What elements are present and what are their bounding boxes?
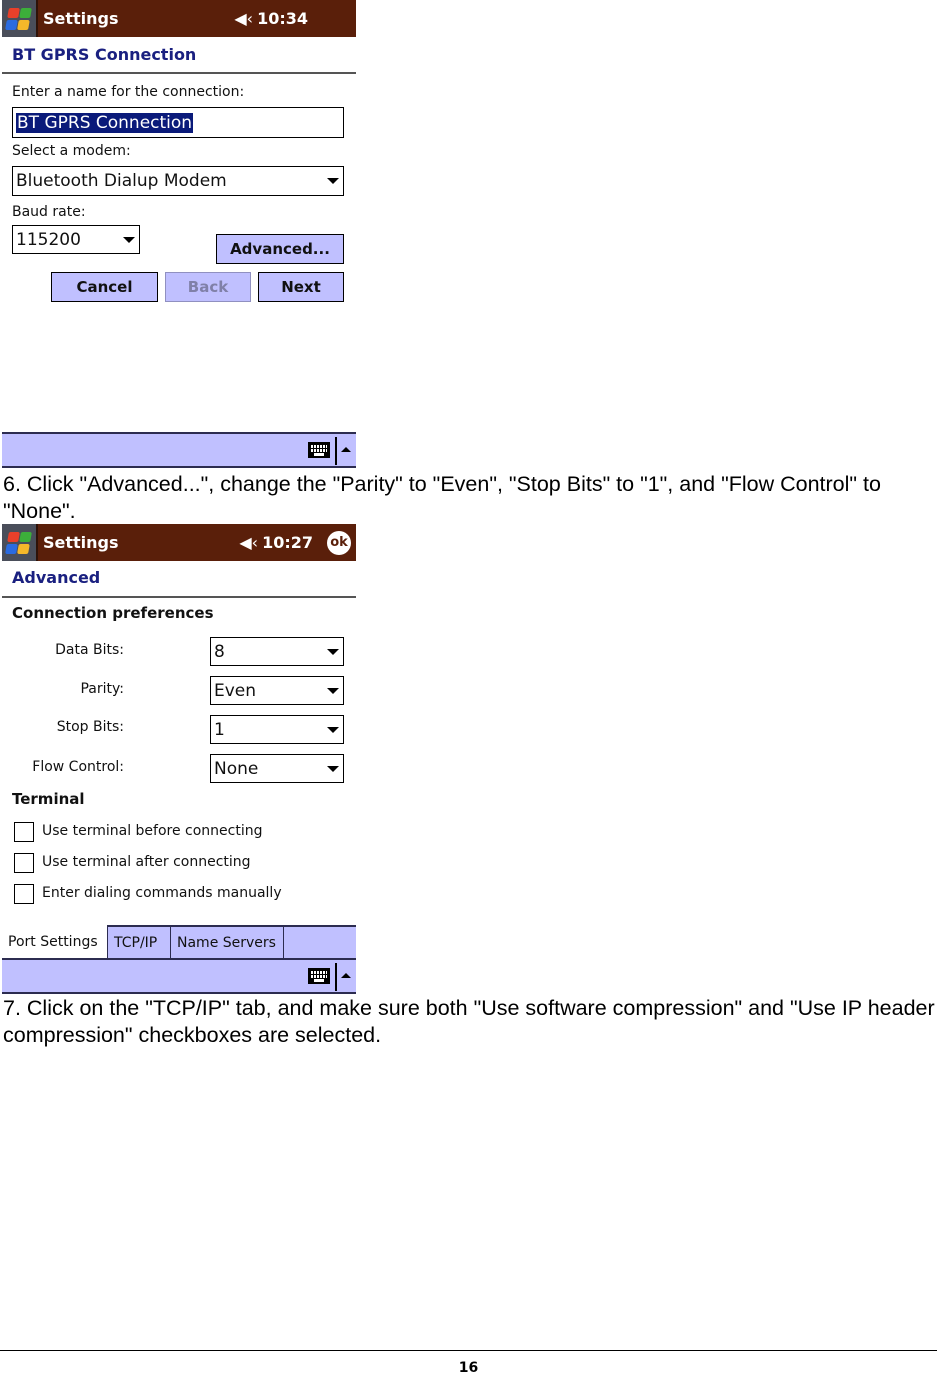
divider bbox=[2, 596, 356, 598]
speaker-icon[interactable]: ◀‹ bbox=[234, 9, 253, 28]
flow-control-value: None bbox=[214, 758, 259, 779]
modem-value: Bluetooth Dialup Modem bbox=[16, 171, 227, 191]
menu-bar bbox=[2, 432, 356, 468]
title-bar: Settings ◀‹ 10:34 bbox=[2, 0, 356, 37]
windows-flag-icon bbox=[4, 531, 34, 555]
parity-label: Parity: bbox=[80, 681, 124, 697]
use-terminal-before-label[interactable]: Use terminal before connecting bbox=[42, 823, 263, 839]
title-text: Settings bbox=[43, 533, 119, 552]
manual-dial-checkbox[interactable] bbox=[14, 884, 34, 904]
baud-rate-value: 115200 bbox=[16, 229, 81, 250]
keyboard-icon[interactable] bbox=[308, 968, 330, 984]
use-terminal-after-label[interactable]: Use terminal after connecting bbox=[42, 854, 251, 870]
connection-preferences-heading: Connection preferences bbox=[12, 604, 214, 622]
step-7-text: 7. Click on the "TCP/IP" tab, and make s… bbox=[3, 996, 935, 1047]
input-menu-arrow-icon[interactable] bbox=[341, 447, 351, 452]
clock[interactable]: 10:34 bbox=[257, 9, 308, 28]
connection-name-label: Enter a name for the connection: bbox=[12, 84, 245, 100]
baud-rate-select[interactable]: 115200 bbox=[12, 225, 140, 254]
back-button[interactable]: Back bbox=[165, 272, 251, 302]
speaker-icon[interactable]: ◀‹ bbox=[239, 533, 258, 552]
divider bbox=[2, 72, 356, 74]
chevron-down-icon bbox=[123, 236, 135, 243]
menu-bar bbox=[2, 958, 356, 994]
page-number: 16 bbox=[458, 1360, 479, 1376]
keyboard-icon[interactable] bbox=[308, 442, 330, 458]
input-menu-arrow-icon[interactable] bbox=[341, 973, 351, 978]
page-heading: BT GPRS Connection bbox=[12, 45, 197, 64]
data-bits-value: 8 bbox=[214, 641, 225, 662]
stop-bits-select[interactable]: 1 bbox=[210, 715, 344, 744]
flow-control-label: Flow Control: bbox=[32, 759, 124, 775]
manual-dial-label[interactable]: Enter dialing commands manually bbox=[42, 885, 282, 901]
chevron-down-icon bbox=[327, 648, 339, 655]
modem-label: Select a modem: bbox=[12, 143, 131, 159]
flow-control-select[interactable]: None bbox=[210, 754, 344, 783]
pocketpc-screen-connection: Settings ◀‹ 10:34 BT GPRS Connection Ent… bbox=[2, 0, 356, 470]
tab-name-servers[interactable]: Name Servers bbox=[171, 927, 284, 959]
separator bbox=[335, 437, 337, 465]
tab-port-settings[interactable]: Port Settings bbox=[2, 925, 108, 959]
separator bbox=[335, 963, 337, 991]
modem-select[interactable]: Bluetooth Dialup Modem bbox=[12, 166, 344, 196]
stop-bits-value: 1 bbox=[214, 719, 225, 740]
title-text: Settings bbox=[43, 9, 119, 28]
footer-divider bbox=[0, 1350, 937, 1351]
ok-button[interactable]: ok bbox=[327, 530, 351, 555]
parity-select[interactable]: Even bbox=[210, 676, 344, 705]
title-bar: Settings ◀‹ 10:27 ok bbox=[2, 524, 356, 561]
parity-value: Even bbox=[214, 680, 257, 701]
page-heading: Advanced bbox=[12, 568, 101, 587]
connection-name-value: BT GPRS Connection bbox=[16, 112, 194, 133]
windows-flag-icon bbox=[4, 7, 34, 31]
baud-rate-label: Baud rate: bbox=[12, 204, 86, 220]
step-6-text: 6. Click "Advanced...", change the "Pari… bbox=[3, 472, 881, 523]
chevron-down-icon bbox=[327, 687, 339, 694]
tab-tcp-ip[interactable]: TCP/IP bbox=[108, 927, 171, 959]
next-button[interactable]: Next bbox=[258, 272, 344, 302]
tab-strip: Port Settings TCP/IP Name Servers bbox=[2, 925, 356, 959]
advanced-button[interactable]: Advanced... bbox=[216, 234, 344, 264]
use-terminal-after-checkbox[interactable] bbox=[14, 853, 34, 873]
stop-bits-label: Stop Bits: bbox=[56, 719, 124, 735]
chevron-down-icon bbox=[327, 178, 339, 184]
chevron-down-icon bbox=[327, 765, 339, 772]
data-bits-label: Data Bits: bbox=[55, 642, 124, 658]
terminal-heading: Terminal bbox=[12, 790, 85, 808]
use-terminal-before-checkbox[interactable] bbox=[14, 822, 34, 842]
clock[interactable]: 10:27 bbox=[262, 533, 313, 552]
data-bits-select[interactable]: 8 bbox=[210, 637, 344, 666]
cancel-button[interactable]: Cancel bbox=[51, 272, 158, 302]
pocketpc-screen-advanced: Settings ◀‹ 10:27 ok Advanced Connection… bbox=[2, 524, 356, 996]
chevron-down-icon bbox=[327, 726, 339, 733]
start-button[interactable] bbox=[2, 524, 38, 561]
connection-name-input[interactable]: BT GPRS Connection bbox=[12, 107, 344, 138]
start-button[interactable] bbox=[2, 0, 38, 37]
